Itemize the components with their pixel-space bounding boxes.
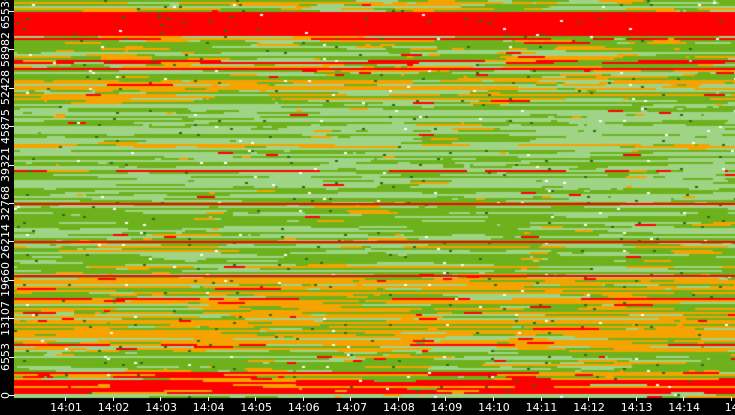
- x-tick-label: 14:01: [50, 401, 82, 414]
- y-tick-label: 39321: [0, 147, 12, 183]
- y-tick-label: 19660: [0, 262, 12, 298]
- x-tick-label: 14:07: [335, 401, 368, 414]
- x-tick-label: 14:14: [668, 401, 700, 414]
- x-tick-label: 14:11: [525, 401, 558, 414]
- x-tick-label: 14:05: [240, 401, 273, 414]
- y-tick-label: 26214: [0, 223, 12, 259]
- x-tick-label: 14:13: [620, 401, 653, 414]
- x-tick-label: 14:02: [97, 401, 130, 414]
- y-tick-label: 0: [0, 391, 12, 399]
- heatmap-plot-area: [14, 0, 735, 399]
- y-tick-label: 6553: [0, 342, 12, 371]
- x-tick-label: 14:03: [145, 401, 177, 414]
- x-tick-label: 14:09: [430, 401, 463, 414]
- x-tick-label: 14:12: [573, 401, 605, 414]
- x-tick-label: 14:10: [478, 401, 510, 414]
- x-tick-label: 14:08: [382, 401, 415, 414]
- x-tick-label: 14: [724, 401, 735, 414]
- y-tick-label: 65536: [0, 0, 12, 29]
- y-tick-label: 32768: [0, 185, 12, 221]
- x-tick-label: 14:06: [287, 401, 320, 414]
- x-tick-label: 14:04: [192, 401, 225, 414]
- y-tick-label: 58982: [0, 31, 12, 67]
- y-tick-label: 45875: [0, 108, 12, 144]
- y-tick-label: 52428: [0, 70, 12, 106]
- y-tick-label: 13107: [0, 300, 12, 336]
